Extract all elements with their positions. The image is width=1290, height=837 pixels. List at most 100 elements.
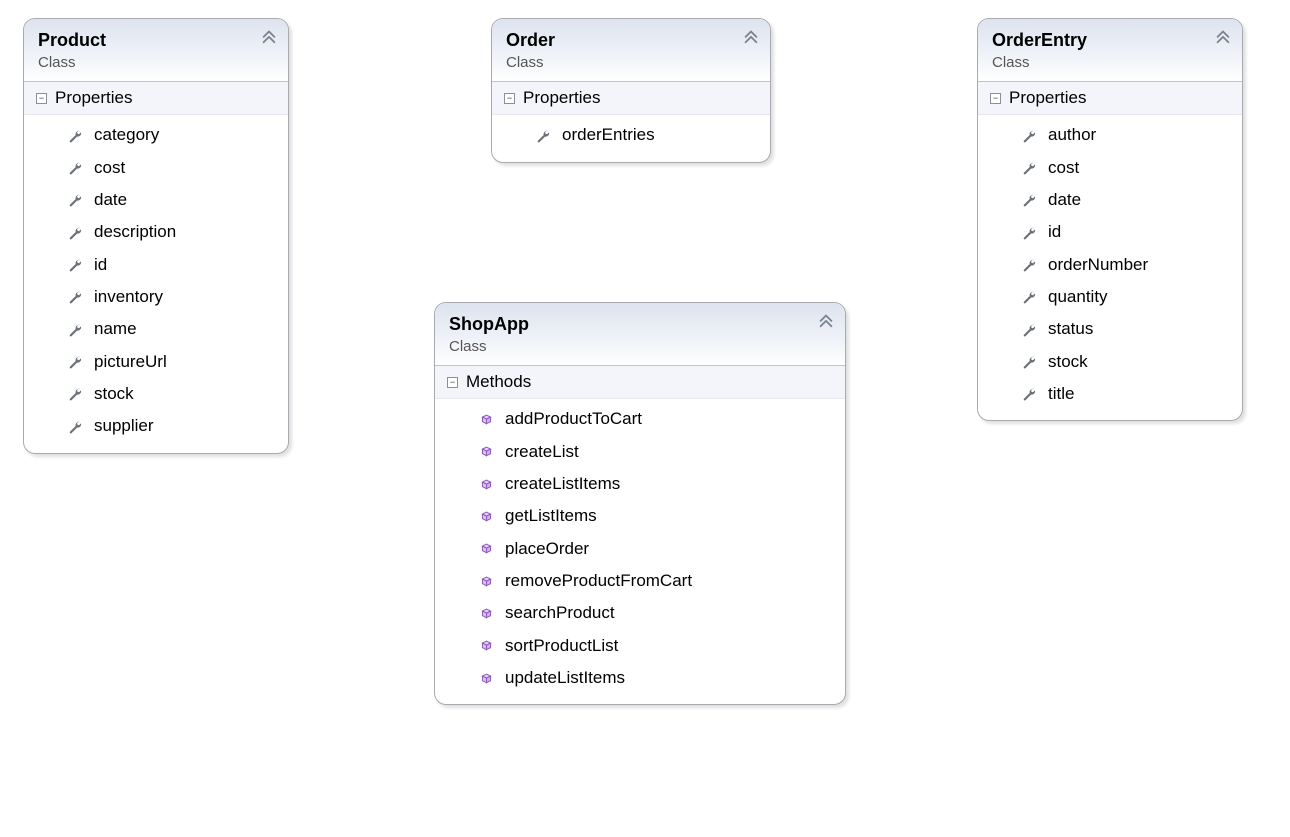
member-label: date [94, 187, 127, 213]
property-wrench-icon [1022, 193, 1036, 207]
member-label: pictureUrl [94, 349, 167, 375]
collapse-chevron-icon[interactable] [260, 27, 278, 45]
property-wrench-icon [1022, 258, 1036, 272]
member-row[interactable]: inventory [24, 281, 288, 313]
member-list: author cost date id orderNumber quantity statu… [978, 115, 1242, 420]
method-cube-icon [479, 574, 493, 588]
member-row[interactable]: sortProductList [435, 630, 845, 662]
property-wrench-icon [536, 129, 550, 143]
expand-minus-icon[interactable]: − [447, 377, 458, 388]
property-wrench-icon [1022, 355, 1036, 369]
member-label: inventory [94, 284, 163, 310]
member-label: createListItems [505, 471, 620, 497]
class-box-product[interactable]: ProductClass−Propertiescategorycostdated… [23, 18, 289, 454]
member-row[interactable]: searchProduct [435, 597, 845, 629]
section-label: Properties [523, 88, 600, 108]
section-header-properties[interactable]: −Properties [24, 81, 288, 115]
member-label: author [1048, 122, 1096, 148]
member-list: orderEntries [492, 115, 770, 161]
member-label: quantity [1048, 284, 1108, 310]
member-label: title [1048, 381, 1074, 407]
class-box-orderentry[interactable]: OrderEntry Class −Properties author cost date… [977, 18, 1243, 421]
member-row[interactable]: supplier [24, 410, 288, 442]
member-row[interactable]: orderEntries [492, 119, 770, 151]
member-label: supplier [94, 413, 154, 439]
class-header[interactable]: ProductClass [24, 19, 288, 81]
section-header-properties[interactable]: −Properties [978, 81, 1242, 115]
property-wrench-icon [68, 193, 82, 207]
collapse-chevron-icon[interactable] [817, 311, 835, 329]
method-cube-icon [479, 607, 493, 621]
expand-minus-icon[interactable]: − [504, 93, 515, 104]
class-box-order[interactable]: OrderClass−PropertiesorderEntries [491, 18, 771, 163]
class-title: OrderEntry [992, 29, 1228, 52]
member-row[interactable]: quantity [978, 281, 1242, 313]
section-header-methods[interactable]: −Methods [435, 365, 845, 399]
expand-minus-icon[interactable]: − [36, 93, 47, 104]
member-label: stock [94, 381, 134, 407]
property-wrench-icon [68, 258, 82, 272]
method-cube-icon [479, 445, 493, 459]
member-row[interactable]: stock [24, 378, 288, 410]
member-row[interactable]: placeOrder [435, 533, 845, 565]
member-row[interactable]: date [978, 184, 1242, 216]
class-subtitle: Class [449, 338, 831, 355]
member-label: id [94, 252, 107, 278]
member-row[interactable]: description [24, 216, 288, 248]
member-label: sortProductList [505, 633, 618, 659]
method-cube-icon [479, 413, 493, 427]
member-label: description [94, 219, 176, 245]
member-row[interactable]: orderNumber [978, 249, 1242, 281]
section-label: Properties [1009, 88, 1086, 108]
class-header[interactable]: ShopApp Class [435, 303, 845, 365]
property-wrench-icon [68, 323, 82, 337]
property-wrench-icon [68, 420, 82, 434]
class-header[interactable]: OrderClass [492, 19, 770, 81]
property-wrench-icon [68, 161, 82, 175]
property-wrench-icon [1022, 290, 1036, 304]
member-label: addProductToCart [505, 406, 642, 432]
class-header[interactable]: OrderEntry Class [978, 19, 1242, 81]
member-label: id [1048, 219, 1061, 245]
expand-minus-icon[interactable]: − [990, 93, 1001, 104]
member-row[interactable]: pictureUrl [24, 346, 288, 378]
member-row[interactable]: category [24, 119, 288, 151]
property-wrench-icon [1022, 161, 1036, 175]
member-row[interactable]: updateListItems [435, 662, 845, 694]
member-label: updateListItems [505, 665, 625, 691]
member-row[interactable]: date [24, 184, 288, 216]
class-subtitle: Class [992, 54, 1228, 71]
member-row[interactable]: stock [978, 346, 1242, 378]
member-row[interactable]: status [978, 313, 1242, 345]
member-row[interactable]: author [978, 119, 1242, 151]
property-wrench-icon [68, 226, 82, 240]
member-label: cost [1048, 155, 1079, 181]
member-row[interactable]: createListItems [435, 468, 845, 500]
class-title: ShopApp [449, 313, 831, 336]
member-label: category [94, 122, 159, 148]
member-row[interactable]: name [24, 313, 288, 345]
member-row[interactable]: createList [435, 436, 845, 468]
property-wrench-icon [1022, 129, 1036, 143]
member-row[interactable]: id [24, 249, 288, 281]
section-header-properties[interactable]: −Properties [492, 81, 770, 115]
member-row[interactable]: id [978, 216, 1242, 248]
method-cube-icon [479, 542, 493, 556]
class-box-shopapp[interactable]: ShopApp Class −Methods addProductToCart crea… [434, 302, 846, 705]
member-row[interactable]: addProductToCart [435, 403, 845, 435]
member-row[interactable]: getListItems [435, 500, 845, 532]
member-row[interactable]: removeProductFromCart [435, 565, 845, 597]
collapse-chevron-icon[interactable] [1214, 27, 1232, 45]
member-row[interactable]: cost [24, 152, 288, 184]
section-label: Properties [55, 88, 132, 108]
member-label: getListItems [505, 503, 597, 529]
member-label: placeOrder [505, 536, 589, 562]
member-label: name [94, 316, 137, 342]
member-row[interactable]: title [978, 378, 1242, 410]
member-row[interactable]: cost [978, 152, 1242, 184]
member-list: category cost date description id inventory na… [24, 115, 288, 452]
collapse-chevron-icon[interactable] [742, 27, 760, 45]
member-label: removeProductFromCart [505, 568, 692, 594]
member-label: orderNumber [1048, 252, 1148, 278]
method-cube-icon [479, 671, 493, 685]
